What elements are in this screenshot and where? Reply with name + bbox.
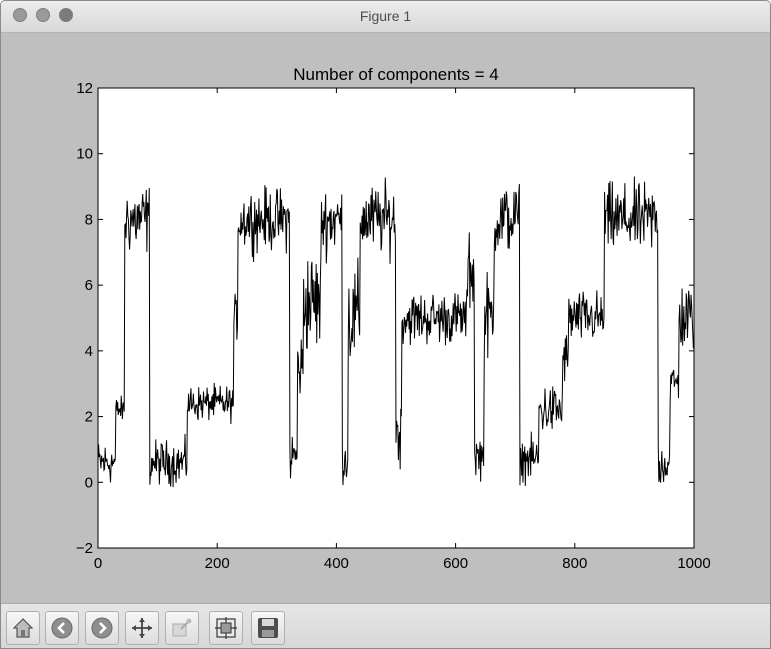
y-tick-label: 2 [85,409,93,426]
window-title: Figure 1 [359,8,412,24]
y-tick-label: 4 [85,343,93,360]
floppy-disk-icon [258,618,278,638]
title-bar: Figure 1 [1,1,770,33]
x-tick-label: 0 [94,555,102,572]
home-button[interactable] [6,611,40,645]
x-tick-label: 200 [205,555,230,572]
x-tick-label: 400 [324,555,349,572]
y-tick-label: 6 [85,277,93,294]
navigation-toolbar [1,603,770,648]
home-icon [12,618,34,638]
x-tick-label: 600 [443,555,468,572]
forward-button[interactable] [85,611,119,645]
save-button[interactable] [251,611,285,645]
pan-button[interactable] [125,611,159,645]
figure-window: Figure 1 Number of components = 4 0 200 40… [0,0,771,649]
y-tick-label: 8 [85,211,93,228]
zoom-button[interactable] [165,611,199,645]
x-tick-label: 1000 [677,555,710,572]
line-chart: Number of components = 4 0 200 400 600 800 10… [76,65,711,572]
figure-canvas: Number of components = 4 0 200 400 600 800 10… [1,33,770,603]
subplots-config-icon [215,617,237,639]
x-tick-label: 800 [562,555,587,572]
forward-arrow-icon [91,617,113,639]
back-arrow-icon [51,617,73,639]
y-tick-label: −2 [76,540,93,557]
chart-title: Number of components = 4 [293,65,499,84]
y-tick-label: 12 [76,80,93,97]
back-button[interactable] [45,611,79,645]
zoom-rect-icon [172,618,192,637]
subplots-button[interactable] [209,611,243,645]
y-tick-label: 0 [85,474,93,491]
y-tick-label: 10 [76,146,93,163]
move-arrows-icon [132,618,152,638]
